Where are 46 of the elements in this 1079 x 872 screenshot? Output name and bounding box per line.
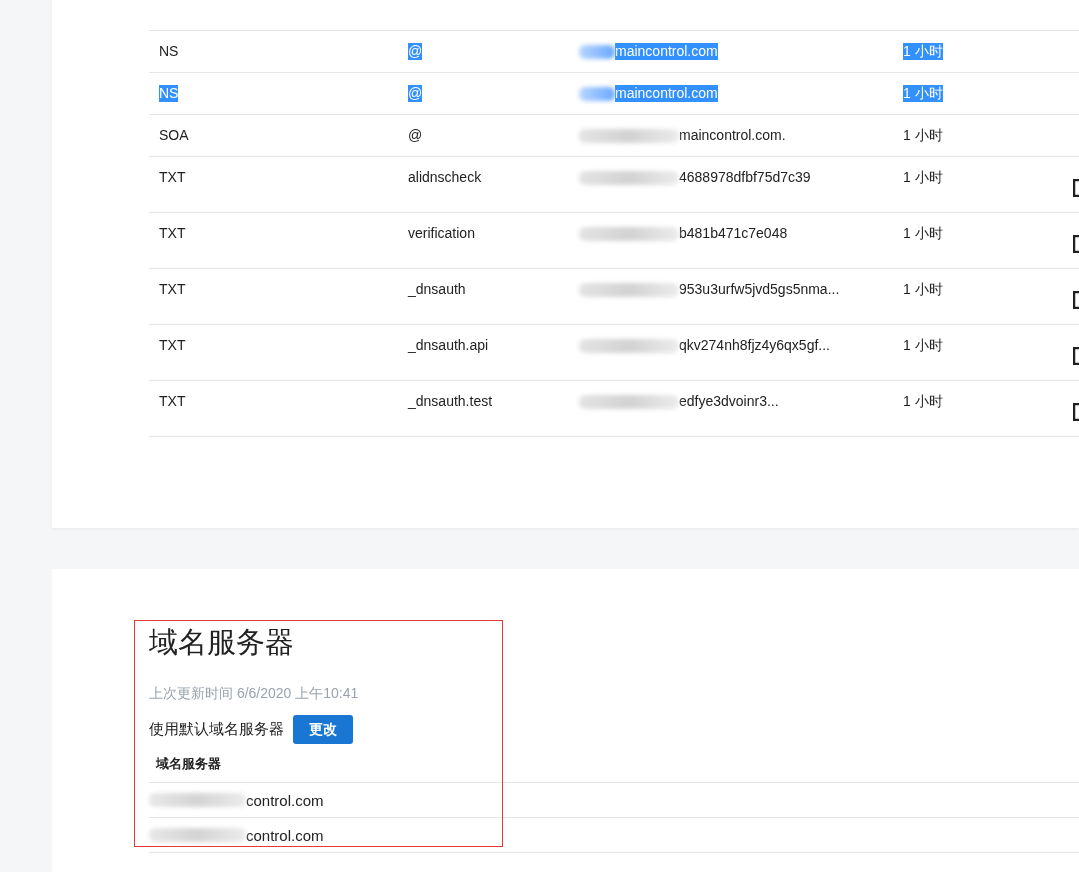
- record-ttl: 1 小时: [903, 393, 943, 410]
- record-ttl: 1 小时: [903, 127, 943, 144]
- record-value: b481b471c7e048: [679, 225, 788, 242]
- record-value: edfye3dvoinr3...: [679, 393, 779, 410]
- record-name: alidnscheck: [408, 169, 482, 186]
- record-value: 4688978dfbf75d7c39: [679, 169, 811, 186]
- section-title: 域名服务器: [149, 625, 294, 659]
- record-ttl: 1 小时: [903, 225, 943, 242]
- record-name: _dnsauth.test: [408, 393, 493, 410]
- record-name: _dnsauth: [408, 281, 466, 298]
- record-type: TXT: [159, 393, 186, 410]
- record-ttl: 1 小时: [903, 281, 943, 298]
- edit-icon[interactable]: [1073, 291, 1079, 309]
- record-type: TXT: [159, 169, 186, 186]
- record-name: @: [408, 43, 423, 60]
- record-name: @: [408, 85, 423, 102]
- record-type: SOA: [159, 127, 189, 144]
- record-name: @: [408, 127, 423, 144]
- nameserver-value: control.com: [246, 791, 324, 809]
- record-value: maincontrol.com: [615, 85, 718, 102]
- nameserver-value: control.com: [246, 826, 324, 844]
- record-value: 953u3urfw5jvd5gs5nma...: [679, 281, 840, 298]
- last-updated-text: 上次更新时间 6/6/2020 上午10:41: [149, 685, 359, 702]
- edit-icon[interactable]: [1073, 235, 1079, 253]
- record-name: _dnsauth.api: [408, 337, 489, 354]
- record-ttl: 1 小时: [903, 43, 943, 60]
- record-name: verification: [408, 225, 475, 242]
- change-button[interactable]: 更改: [293, 715, 353, 744]
- record-type: TXT: [159, 281, 186, 298]
- record-type: TXT: [159, 337, 186, 354]
- record-ttl: 1 小时: [903, 169, 943, 186]
- edit-icon[interactable]: [1073, 347, 1079, 365]
- nameserver-mode-label: 使用默认域名服务器: [149, 720, 284, 739]
- record-ttl: 1 小时: [903, 85, 943, 102]
- redaction-blur: [579, 45, 615, 59]
- record-value: maincontrol.com: [615, 43, 718, 60]
- record-value: maincontrol.com.: [679, 127, 786, 144]
- redaction-blur: [579, 87, 615, 101]
- record-type: NS: [159, 85, 179, 102]
- column-header: 域名服务器: [156, 756, 221, 771]
- edit-icon[interactable]: [1073, 403, 1079, 421]
- record-value: qkv274nh8fjz4y6qx5gf...: [679, 337, 830, 354]
- record-ttl: 1 小时: [903, 337, 943, 354]
- record-type: TXT: [159, 225, 186, 242]
- record-type: NS: [159, 43, 179, 60]
- edit-icon[interactable]: [1073, 179, 1079, 197]
